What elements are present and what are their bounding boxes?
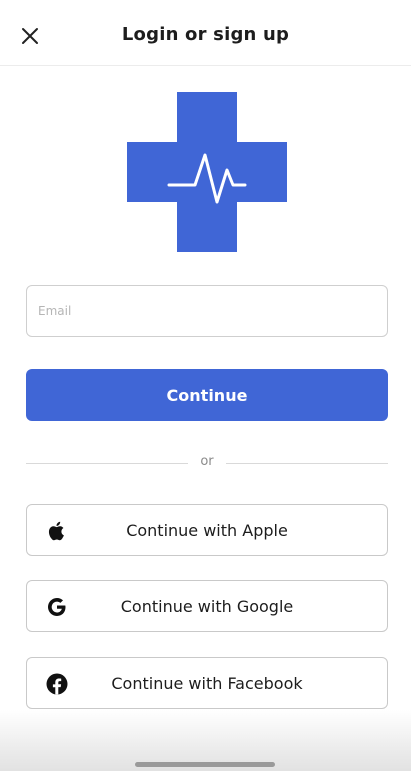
divider-text: or: [200, 454, 214, 469]
apple-button-label: Continue with Apple: [126, 521, 288, 540]
google-button-label: Continue with Google: [120, 597, 294, 616]
continue-with-facebook-button[interactable]: Continue with Facebook: [26, 657, 388, 709]
home-indicator[interactable]: [135, 762, 275, 767]
continue-with-google-button[interactable]: Continue with Google: [26, 580, 388, 632]
divider-line-right: [226, 463, 388, 464]
app-logo: [127, 92, 287, 252]
facebook-button-label: Continue with Facebook: [111, 674, 303, 693]
medical-cross-heartbeat-icon: [127, 92, 287, 252]
email-field[interactable]: [26, 285, 388, 337]
header: Login or sign up: [0, 0, 411, 66]
or-divider: or: [26, 452, 388, 474]
continue-with-apple-button[interactable]: Continue with Apple: [26, 504, 388, 556]
page-title: Login or sign up: [121, 24, 290, 45]
continue-button[interactable]: Continue: [26, 369, 388, 421]
